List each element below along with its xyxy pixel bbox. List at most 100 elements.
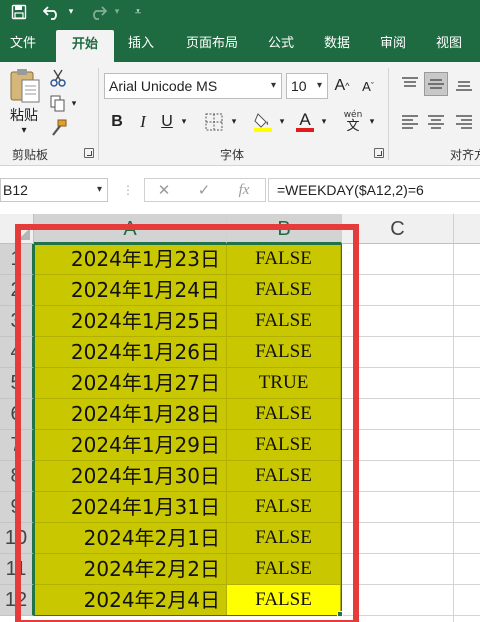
fill-handle[interactable] [337, 611, 343, 617]
redo-icon[interactable] [86, 2, 110, 22]
cell-a6[interactable]: 2024年1月28日 [34, 399, 227, 430]
column-header-d[interactable] [454, 214, 480, 244]
paste-button-label[interactable]: 粘贴 [4, 106, 44, 124]
cell-a10[interactable]: 2024年2月1日 [34, 523, 227, 554]
cell-b4[interactable]: FALSE [227, 337, 341, 368]
cell-b1[interactable]: FALSE [227, 244, 341, 275]
undo-dropdown-icon[interactable]: ▾ [66, 2, 76, 22]
align-center-icon[interactable] [424, 110, 448, 134]
tab-review[interactable]: 审阅 [370, 26, 416, 62]
shrink-font-button[interactable]: Aˇ [358, 74, 378, 98]
cell-a3[interactable]: 2024年1月25日 [34, 306, 227, 337]
font-color-dropdown-icon[interactable]: ▾ [318, 110, 330, 134]
cell-a5[interactable]: 2024年1月27日 [34, 368, 227, 399]
align-right-icon[interactable] [452, 110, 476, 134]
row-header[interactable]: 11 [0, 554, 34, 585]
align-top-icon[interactable] [398, 72, 422, 96]
cell-b7[interactable]: FALSE [227, 430, 341, 461]
tab-formulas[interactable]: 公式 [258, 26, 304, 62]
copy-icon[interactable] [48, 94, 68, 114]
underline-dropdown-icon[interactable]: ▾ [178, 110, 190, 134]
tab-file[interactable]: 文件 [0, 26, 46, 62]
empty-cells-column-c[interactable] [342, 244, 454, 622]
copy-dropdown-icon[interactable]: ▾ [68, 94, 80, 114]
cell-b9[interactable]: FALSE [227, 492, 341, 523]
cell-a8[interactable]: 2024年1月30日 [34, 461, 227, 492]
tab-view[interactable]: 视图 [426, 26, 472, 62]
customize-toolbar-icon[interactable]: ⩡ [130, 2, 146, 22]
grow-font-button[interactable]: A ^ [332, 74, 352, 98]
underline-button[interactable]: U [156, 110, 178, 134]
clipboard-launcher-icon[interactable] [84, 148, 94, 158]
align-left-icon[interactable] [398, 110, 422, 134]
align-bottom-icon[interactable] [452, 72, 476, 96]
save-icon[interactable] [8, 2, 30, 22]
row-header[interactable]: 3 [0, 306, 34, 337]
formula-bar-splitter-icon[interactable]: ⋮ [122, 182, 134, 198]
font-name-select[interactable]: Arial Unicode MS ▾ [104, 73, 282, 99]
fill-color-icon[interactable] [250, 110, 276, 134]
insert-function-icon[interactable]: fx [231, 179, 257, 201]
row-header[interactable]: 7 [0, 430, 34, 461]
cell-b8[interactable]: FALSE [227, 461, 341, 492]
row-header[interactable]: 12 [0, 585, 34, 616]
format-painter-icon[interactable] [48, 118, 68, 138]
cell-b12[interactable]: FALSE [227, 585, 341, 616]
cell-b5[interactable]: TRUE [227, 368, 341, 399]
row-header[interactable]: 4 [0, 337, 34, 368]
alignment-group-label: 对齐方 [450, 148, 480, 162]
column-header-c[interactable]: C [342, 214, 454, 244]
font-color-button[interactable]: A [292, 110, 318, 134]
font-launcher-icon[interactable] [374, 148, 384, 158]
cell-a7[interactable]: 2024年1月29日 [34, 430, 227, 461]
borders-icon[interactable] [202, 110, 226, 134]
cell-b3[interactable]: FALSE [227, 306, 341, 337]
enter-icon[interactable]: ✓ [191, 179, 217, 201]
bold-button[interactable]: B [106, 110, 128, 134]
column-header-b[interactable]: B [227, 214, 342, 244]
cut-icon[interactable] [48, 68, 68, 88]
empty-cells-column-d[interactable] [454, 244, 480, 622]
select-all-button[interactable] [0, 214, 34, 244]
row-header[interactable]: 9 [0, 492, 34, 523]
cell-b10[interactable]: FALSE [227, 523, 341, 554]
cell-a9[interactable]: 2024年1月31日 [34, 492, 227, 523]
name-box[interactable]: B12 ▾ [0, 178, 108, 202]
chevron-down-icon: ▾ [316, 80, 322, 91]
italic-button[interactable]: I [132, 110, 154, 134]
row-header[interactable]: 2 [0, 275, 34, 306]
row-header[interactable]: 1 [0, 244, 34, 275]
font-size-select[interactable]: 10 ▾ [286, 73, 328, 99]
phonetic-dropdown-icon[interactable]: ▾ [366, 110, 378, 134]
row-header[interactable]: 6 [0, 399, 34, 430]
paste-dropdown-icon[interactable]: ▾ [14, 124, 34, 136]
excel-window: ▾ ▾ ⩡ 文件 开始 插入 页面布局 公式 数据 审阅 视图 粘贴 ▾ ▾ 剪… [0, 0, 480, 622]
align-middle-icon[interactable] [424, 72, 448, 96]
cell-a11[interactable]: 2024年2月2日 [34, 554, 227, 585]
cell-b2[interactable]: FALSE [227, 275, 341, 306]
cell-b6[interactable]: FALSE [227, 399, 341, 430]
cancel-icon[interactable]: ✕ [151, 179, 177, 201]
cell-a4[interactable]: 2024年1月26日 [34, 337, 227, 368]
phonetic-button[interactable]: wén 文 [340, 106, 366, 136]
column-header-a[interactable]: A [34, 214, 227, 244]
cell-a1[interactable]: 2024年1月23日 [34, 244, 227, 275]
paste-icon[interactable] [6, 66, 44, 106]
fill-color-dropdown-icon[interactable]: ▾ [276, 110, 288, 134]
tab-page-layout[interactable]: 页面布局 [176, 26, 248, 62]
tab-home[interactable]: 开始 [56, 30, 114, 62]
cell-a12[interactable]: 2024年2月4日 [34, 585, 227, 616]
tab-data[interactable]: 数据 [314, 26, 360, 62]
row-header[interactable]: 10 [0, 523, 34, 554]
undo-icon[interactable] [40, 2, 64, 22]
cell-a2[interactable]: 2024年1月24日 [34, 275, 227, 306]
group-separator [388, 68, 389, 160]
tab-insert[interactable]: 插入 [118, 26, 164, 62]
worksheet-grid[interactable]: A B C 1 2024年1月23日 FALSE 2 2024年1月24日 FA… [0, 214, 480, 622]
borders-dropdown-icon[interactable]: ▾ [228, 110, 240, 134]
row-header[interactable]: 5 [0, 368, 34, 399]
formula-input[interactable]: =WEEKDAY($A12,2)=6 [268, 178, 480, 202]
redo-dropdown-icon[interactable]: ▾ [112, 2, 122, 22]
cell-b11[interactable]: FALSE [227, 554, 341, 585]
row-header[interactable]: 8 [0, 461, 34, 492]
